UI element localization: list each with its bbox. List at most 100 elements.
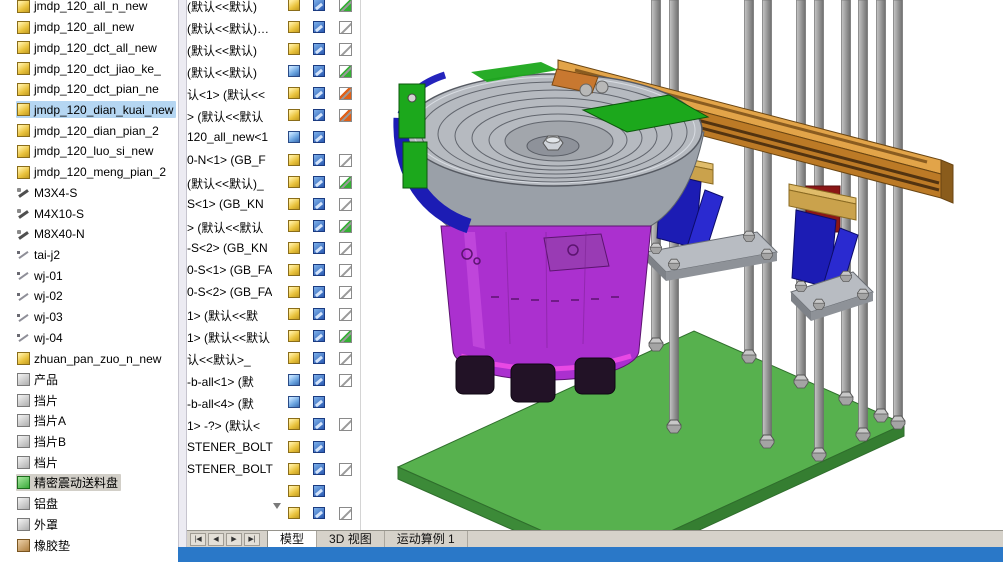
display-pane-row[interactable]: 1> -?> (默认<	[187, 414, 360, 436]
display-pane-row[interactable]: > (默认<<默认	[187, 105, 360, 127]
tree-item[interactable]: jmdp_120_all_new	[0, 17, 178, 38]
display-pane-row[interactable]: -S<2> (GB_KN	[187, 238, 360, 260]
tree-item[interactable]: M4X10-S	[0, 203, 178, 224]
appearance-icon[interactable]	[339, 0, 352, 12]
display-pane-row[interactable]: (默认<<默认)…	[187, 17, 360, 39]
appearance-icon[interactable]	[339, 175, 352, 189]
part-icon[interactable]	[288, 506, 300, 519]
display-mode-icon[interactable]	[313, 418, 325, 431]
tree-item[interactable]: wj-03	[0, 307, 178, 328]
tree-item[interactable]: jmdp_120_dian_pian_2	[0, 120, 178, 141]
display-mode-icon[interactable]	[313, 330, 325, 343]
part-icon[interactable]	[288, 263, 300, 276]
tab-nav-next[interactable]: ▶	[226, 533, 242, 546]
doc-tab[interactable]: 运动算例 1	[385, 531, 468, 548]
tree-item[interactable]: wj-01	[0, 265, 178, 286]
tree-item[interactable]: 挡片	[0, 390, 178, 411]
appearance-icon[interactable]	[339, 109, 352, 123]
tree-item[interactable]: jmdp_120_dct_pian_ne	[0, 79, 178, 100]
display-mode-icon[interactable]	[313, 197, 325, 210]
display-pane-row[interactable]: > (默认<<默认	[187, 216, 360, 238]
display-pane-row[interactable]: 0-N<1> (GB_F	[187, 150, 360, 172]
part-icon[interactable]	[288, 241, 300, 254]
display-pane-row[interactable]: S<1> (GB_KN	[187, 194, 360, 216]
tab-nav-last[interactable]: ▶|	[244, 533, 260, 546]
tree-item[interactable]: 挡片A	[0, 410, 178, 431]
display-mode-icon[interactable]	[313, 153, 325, 166]
part-icon[interactable]	[288, 153, 300, 166]
display-mode-icon[interactable]	[313, 175, 325, 188]
display-pane-row[interactable]: STENER_BOLT	[187, 437, 360, 459]
tree-item[interactable]: M3X4-S	[0, 182, 178, 203]
part-icon[interactable]	[288, 65, 300, 78]
tree-item[interactable]: 档片	[0, 452, 178, 473]
display-pane-row[interactable]: -b-all<1> (默	[187, 370, 360, 392]
display-mode-icon[interactable]	[313, 0, 325, 11]
tree-item[interactable]: jmdp_120_dct_jiao_ke_	[0, 58, 178, 79]
appearance-icon[interactable]	[339, 21, 352, 35]
part-icon[interactable]	[288, 43, 300, 56]
display-mode-icon[interactable]	[313, 219, 325, 232]
display-pane-row[interactable]: -b-all<4> (默	[187, 392, 360, 414]
appearance-icon[interactable]	[339, 241, 352, 255]
appearance-icon[interactable]	[339, 286, 352, 300]
display-pane-row[interactable]: (默认<<默认)	[187, 0, 360, 17]
appearance-icon[interactable]	[339, 43, 352, 57]
tree-item[interactable]: jmdp_120_dct_all_new	[0, 37, 178, 58]
part-icon[interactable]	[288, 308, 300, 321]
tree-item[interactable]: 挡片B	[0, 431, 178, 452]
part-icon[interactable]	[288, 109, 300, 122]
tree-item[interactable]: 外罩	[0, 514, 178, 535]
appearance-icon[interactable]	[339, 308, 352, 322]
display-pane-row[interactable]: 1> (默认<<默认	[187, 326, 360, 348]
appearance-icon[interactable]	[339, 462, 352, 476]
tree-item[interactable]: wj-02	[0, 286, 178, 307]
display-mode-icon[interactable]	[313, 440, 325, 453]
display-pane-row[interactable]: 认<<默认>_	[187, 348, 360, 370]
appearance-icon[interactable]	[339, 418, 352, 432]
tree-item[interactable]: jmdp_120_all_n_new	[0, 0, 178, 17]
tree-item[interactable]: 橡胶垫	[0, 535, 178, 556]
panel-splitter[interactable]	[178, 0, 187, 562]
display-mode-icon[interactable]	[313, 462, 325, 475]
part-icon[interactable]	[288, 21, 300, 34]
display-pane-row[interactable]: (默认<<默认)	[187, 61, 360, 83]
display-pane-row[interactable]: 认<1> (默认<<	[187, 83, 360, 105]
tree-item[interactable]: jmdp_120_luo_si_new	[0, 141, 178, 162]
display-mode-icon[interactable]	[313, 131, 325, 144]
display-mode-icon[interactable]	[313, 286, 325, 299]
green-bracket[interactable]	[398, 83, 428, 189]
tree-item[interactable]: M8X40-N	[0, 224, 178, 245]
appearance-icon[interactable]	[339, 330, 352, 344]
appearance-icon[interactable]	[339, 506, 352, 520]
part-icon[interactable]	[288, 0, 300, 11]
part-icon[interactable]	[288, 219, 300, 232]
tab-nav-prev[interactable]: ◀	[208, 533, 224, 546]
appearance-icon[interactable]	[339, 87, 352, 101]
model-canvas[interactable]	[361, 0, 1003, 530]
tree-item[interactable]: tai-j2	[0, 245, 178, 266]
display-pane-row[interactable]: 120_all_new<1	[187, 127, 360, 149]
bowl-track[interactable]	[405, 73, 703, 187]
appearance-icon[interactable]	[339, 219, 352, 233]
part-icon[interactable]	[288, 374, 300, 387]
tree-item[interactable]: jmdp_120_dian_kuai_new	[0, 100, 178, 121]
tree-item[interactable]: 铝盘	[0, 493, 178, 514]
tree-item[interactable]: jmdp_120_meng_pian_2	[0, 162, 178, 183]
display-mode-icon[interactable]	[313, 484, 325, 497]
part-icon[interactable]	[288, 484, 300, 497]
display-mode-icon[interactable]	[313, 506, 325, 519]
display-pane-row[interactable]	[187, 481, 360, 503]
tree-item[interactable]: zhuan_pan_zuo_n_new	[0, 348, 178, 369]
part-icon[interactable]	[288, 352, 300, 365]
display-pane-row[interactable]: 1> (默认<<默	[187, 304, 360, 326]
tree-item[interactable]: wj-04	[0, 328, 178, 349]
bowl-center-bolt[interactable]	[526, 135, 580, 157]
appearance-icon[interactable]	[339, 197, 352, 211]
display-mode-icon[interactable]	[313, 241, 325, 254]
display-mode-icon[interactable]	[313, 65, 325, 78]
appearance-icon[interactable]	[339, 374, 352, 388]
part-icon[interactable]	[288, 418, 300, 431]
appearance-icon[interactable]	[339, 263, 352, 277]
appearance-icon[interactable]	[339, 153, 352, 167]
